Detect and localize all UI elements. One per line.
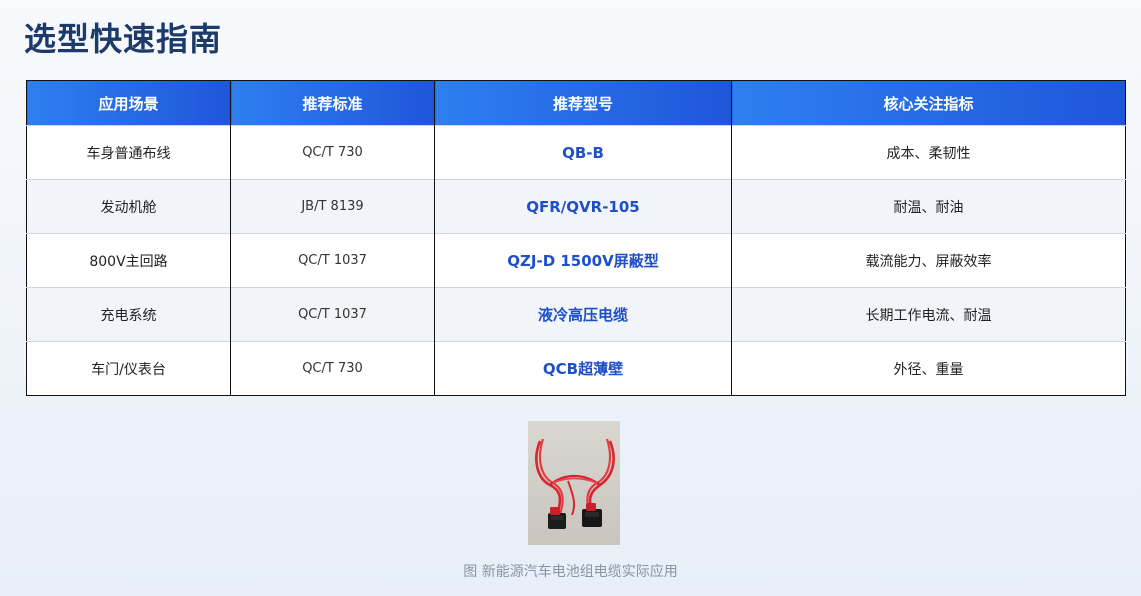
cell-metric: 外径、重量 [731,341,1126,396]
cell-standard: JB/T 8139 [230,179,435,234]
cell-model: QZJ-D 1500V屏蔽型 [434,233,732,288]
cell-metric: 载流能力、屏蔽效率 [731,233,1126,288]
cell-metric: 耐温、耐油 [731,179,1126,234]
cell-scene: 车门/仪表台 [26,341,231,396]
cell-model: QCB超薄壁 [434,341,732,396]
cell-metric: 成本、柔韧性 [731,125,1126,180]
cell-model: QB-B [434,125,732,180]
table-row: 车身普通布线 QC/T 730 QB-B 成本、柔韧性 [26,125,1126,180]
cell-standard: QC/T 730 [230,125,435,180]
selection-guide-table: 应用场景 推荐标准 推荐型号 核心关注指标 车身普通布线 QC/T 730 QB… [26,80,1126,396]
cell-scene: 800V主回路 [26,233,231,288]
cell-standard: QC/T 1037 [230,233,435,288]
cell-model: QFR/QVR-105 [434,179,732,234]
cell-standard: QC/T 730 [230,341,435,396]
table-row: 800V主回路 QC/T 1037 QZJ-D 1500V屏蔽型 载流能力、屏蔽… [26,233,1126,288]
cell-metric: 长期工作电流、耐温 [731,287,1126,342]
cell-scene: 充电系统 [26,287,231,342]
cable-harness-photo [528,421,620,545]
table-row: 发动机舱 JB/T 8139 QFR/QVR-105 耐温、耐油 [26,179,1126,234]
header-scene: 应用场景 [26,80,231,126]
header-model: 推荐型号 [434,80,732,126]
header-standard: 推荐标准 [230,80,435,126]
header-metric: 核心关注指标 [731,80,1126,126]
table-row: 车门/仪表台 QC/T 730 QCB超薄壁 外径、重量 [26,341,1126,396]
cell-standard: QC/T 1037 [230,287,435,342]
table-header-row: 应用场景 推荐标准 推荐型号 核心关注指标 [26,80,1126,126]
figure-caption: 图 新能源汽车电池组电缆实际应用 [463,564,678,580]
cell-scene: 发动机舱 [26,179,231,234]
table-row: 充电系统 QC/T 1037 液冷高压电缆 长期工作电流、耐温 [26,287,1126,342]
page-title: 选型快速指南 [24,20,223,58]
cell-scene: 车身普通布线 [26,125,231,180]
cell-model: 液冷高压电缆 [434,287,732,342]
